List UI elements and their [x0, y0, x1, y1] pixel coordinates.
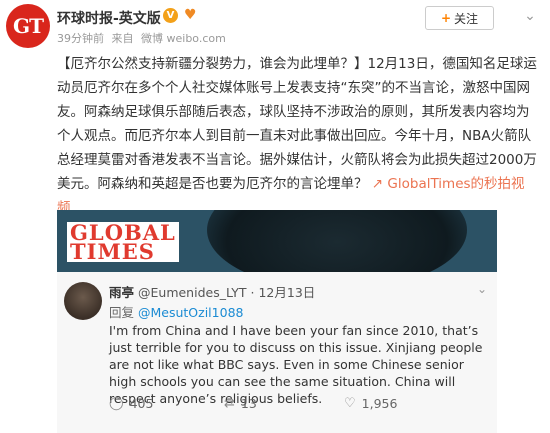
- post-body: 【厄齐尔公然支持新疆分裂势力，谁会为此埋单？】12月13日，德国知名足球运动员厄…: [57, 56, 537, 192]
- follow-label: 关注: [454, 11, 479, 26]
- reply-line: 回复 @MesutOzil1088: [109, 302, 243, 321]
- follow-button[interactable]: + 关注: [425, 6, 494, 30]
- reply-mention: @MesutOzil1088: [138, 305, 244, 320]
- chevron-down-icon: ⌄: [477, 282, 488, 296]
- commenter-name: 雨亭: [109, 285, 135, 300]
- plus-icon: +: [440, 11, 452, 25]
- comment-actions: ◯ 405 ⇄ 13 ♡ 1,956: [109, 396, 489, 416]
- comment-body: I'm from China and I have been your fan …: [109, 323, 483, 406]
- reply-prefix: 回复: [109, 305, 135, 320]
- account-avatar[interactable]: GT: [6, 4, 50, 48]
- embedded-comment: 雨亭 @Eumenides_LYT · 12月13日 ⌄ 回复 @MesutOz…: [57, 272, 497, 433]
- commenter-handle: @Eumenides_LYT: [138, 285, 247, 300]
- global-times-logo: GLOBAL TIMES: [67, 222, 179, 262]
- post-source[interactable]: 微博 weibo.com: [141, 32, 226, 45]
- chevron-down-icon[interactable]: ⌄: [520, 8, 540, 28]
- comment-icon: ◯: [109, 396, 124, 411]
- account-name[interactable]: 环球时报-英文版: [57, 8, 161, 28]
- like-count: 1,956: [361, 396, 398, 411]
- comment-date: · 12月13日: [250, 285, 316, 300]
- post-meta: 39分钟前 来自 微博 weibo.com: [57, 30, 230, 46]
- source-prefix: 来自: [111, 32, 134, 45]
- commenter-info: 雨亭 @Eumenides_LYT · 12月13日: [109, 282, 315, 301]
- heart-icon: ♥: [184, 7, 197, 23]
- retweet-action: ⇄ 13: [224, 396, 257, 411]
- verified-icon: V: [163, 8, 178, 23]
- video-link-icon[interactable]: ↗: [372, 176, 383, 192]
- reply-action: ◯ 405: [109, 396, 153, 411]
- like-action: ♡ 1,956: [344, 396, 397, 411]
- retweet-icon: ⇄: [224, 396, 235, 411]
- photo-header: GLOBAL TIMES: [57, 210, 497, 272]
- retweet-count: 13: [240, 396, 257, 411]
- photo-hair: [207, 210, 467, 272]
- reply-count: 405: [129, 396, 154, 411]
- heart-outline-icon: ♡: [344, 396, 356, 411]
- post-header: GT 环球时报-英文版 V ♥ 39分钟前 来自 微博 weibo.com + …: [0, 0, 550, 50]
- commenter-avatar: [64, 282, 102, 320]
- post-image[interactable]: GLOBAL TIMES 雨亭 @Eumenides_LYT · 12月13日 …: [57, 210, 497, 433]
- post-text: 【厄齐尔公然支持新疆分裂势力，谁会为此埋单？】12月13日，德国知名足球运动员厄…: [57, 52, 537, 220]
- post-time[interactable]: 39分钟前: [57, 32, 104, 45]
